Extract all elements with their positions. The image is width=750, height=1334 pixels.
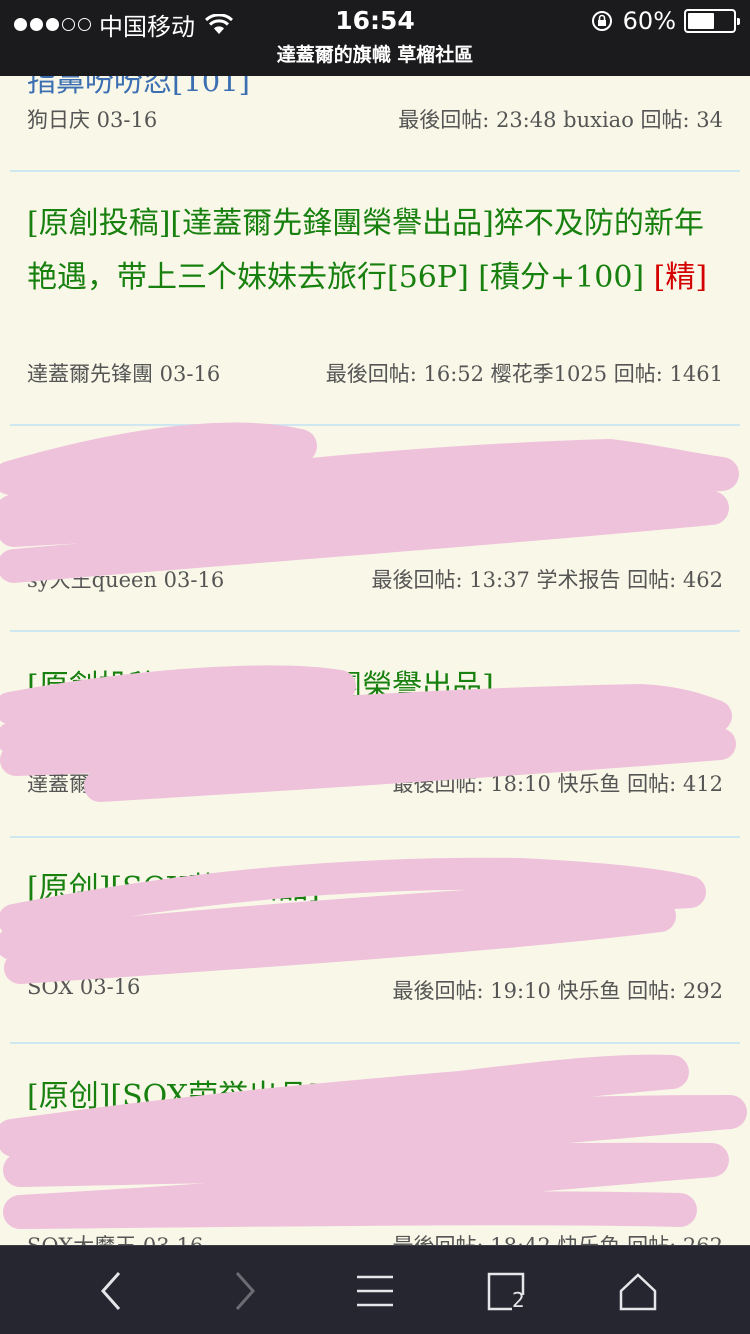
battery-status: 60% [591,7,740,35]
forward-button[interactable] [194,1246,294,1334]
tab-count: 2 [512,1288,525,1312]
browser-toolbar: 2 [0,1245,750,1334]
rotation-lock-icon [591,11,612,31]
status-bar: 中国移动 16:54 60% 達蓋爾的旗幟 草榴社區 [0,0,750,76]
list-item[interactable]: [原創]高清無碼 sy大王queen 03-16 最後回帖: 13:37 学术报… [10,426,740,632]
post-meta: 達蓋爾先锋團 03-16 最後回帖: 16:52 樱花季1025 回帖: 146… [27,358,723,388]
tabs-button[interactable]: 2 [456,1246,556,1334]
menu-button[interactable] [325,1246,425,1334]
hamburger-menu-icon [357,1275,393,1306]
post-author-date: 達蓋爾先锋團 03-16 [27,362,221,386]
post-title[interactable]: [原創投稿][達蓋爾先鋒團榮譽出品]猝不及防的新年艳遇，带上三个妹妹去旅行[56… [27,197,710,305]
page-title[interactable]: 達蓋爾的旗幟 草榴社區 [0,40,750,67]
post-author-date: sy大王queen 03-16 [27,568,225,592]
battery-icon [684,9,740,33]
list-item[interactable]: [原創投稿][達蓋爾先鋒團榮譽出品] 68] 達蓋爾先锋團 03-16 最後回帖… [10,632,740,838]
list-item[interactable]: [原创][SOX荣誉出品] SOX 03-16 最後回帖: 19:10 快乐鱼 … [10,838,740,1044]
chevron-right-icon [235,1271,256,1310]
post-author-date: 達蓋爾先锋團 03-16 [27,772,221,796]
list-item[interactable]: [原創投稿][達蓋爾先鋒團榮譽出品]猝不及防的新年艳遇，带上三个妹妹去旅行[56… [10,172,740,426]
post-title-text[interactable]: [原創投稿][達蓋爾先鋒團榮譽出品]猝不及防的新年艳遇，带上三个妹妹去旅行[56… [27,206,704,295]
post-title-text[interactable]: [原創投稿][達蓋爾先鋒團榮譽出品] [27,669,494,704]
post-title[interactable]: [原创][SOX荣誉出品] [27,1070,710,1124]
post-last-reply: 最後回帖: 23:48 buxiao 回帖: 34 [398,108,723,132]
post-meta: sy大王queen 03-16 最後回帖: 13:37 学术报告 回帖: 462 [27,564,723,594]
chevron-left-icon [100,1271,121,1310]
post-title-suffix: 68] [660,723,710,758]
post-last-reply: 最後回帖: 19:10 快乐鱼 回帖: 292 [392,979,723,1003]
post-last-reply: 最後回帖: 13:37 学术报告 回帖: 462 [371,568,723,592]
home-button[interactable] [588,1246,688,1334]
post-meta: 達蓋爾先锋團 03-16 最後回帖: 18:10 快乐鱼 回帖: 412 [27,768,723,798]
post-title[interactable]: [原创][SOX荣誉出品] [27,862,710,916]
essence-tag: [精] [653,260,708,295]
post-meta: 狗日庆 03-16 最後回帖: 23:48 buxiao 回帖: 34 [27,104,723,134]
post-title[interactable]: [原創]高清無碼 [27,451,710,505]
post-last-reply: 最後回帖: 18:10 快乐鱼 回帖: 412 [392,772,723,796]
list-item[interactable]: [原创][SOX荣誉出品] SOX大魔王 03-16 最後回帖: 18:42 快… [10,1044,740,1274]
back-button[interactable] [62,1246,162,1334]
home-icon [619,1272,657,1310]
post-author-date: 狗日庆 03-16 [27,108,158,132]
post-meta: SOX 03-16 最後回帖: 19:10 快乐鱼 回帖: 292 [27,975,723,1005]
post-title[interactable]: [原創投稿][達蓋爾先鋒團榮譽出品] 68] [27,660,710,758]
battery-percent: 60% [622,7,676,35]
post-last-reply: 最後回帖: 16:52 樱花季1025 回帖: 1461 [325,362,723,386]
post-author-date: SOX 03-16 [27,975,141,999]
